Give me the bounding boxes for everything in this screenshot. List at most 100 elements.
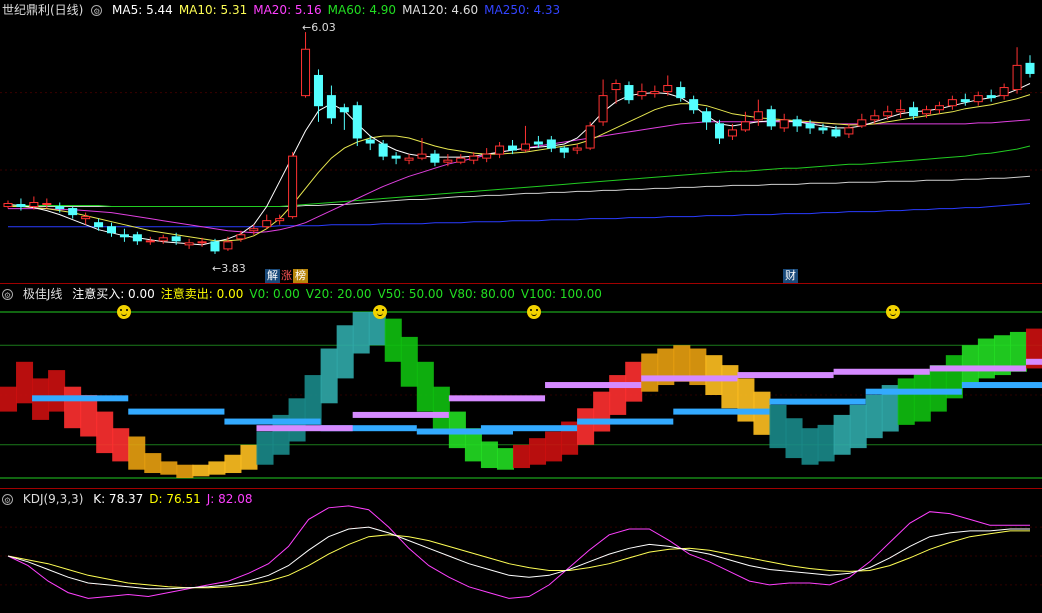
candle-body [313,74,323,107]
candle-body [456,157,466,163]
candle-body [132,234,142,242]
event-tag-list[interactable]: 榜 [293,269,308,283]
jline-blue-band [577,418,674,425]
jline-bar [144,453,162,474]
jline-bar [641,353,659,392]
jline-bar [96,411,114,454]
candle-body [301,48,311,97]
kdj_d-line [7,530,1030,589]
candle-body [676,87,686,99]
jline-bar [913,371,931,422]
jline-bar [817,424,835,462]
high-price-marker: ←6.03 [302,21,336,34]
jline-bar [625,361,643,402]
jline-purple-band [641,375,738,382]
kdj-title: KDJ(9,3,3) [22,492,84,506]
jline-bar [512,444,531,469]
jline-panel[interactable]: ⚙ 极佳J线 注意买入: 0.00 注意卖出: 0.00 V0: 0.00 V20: … [0,284,1042,488]
jline-blue-band [865,388,962,395]
jline-bar [336,325,354,379]
jline-bar [480,441,498,469]
jline-bar [0,386,18,412]
jline-bar [737,378,755,422]
candle-body [443,159,453,163]
candle-body [960,99,970,103]
jline-bar [112,428,130,462]
candle-body [740,121,750,131]
ma20-line [8,119,1031,234]
jline-bar [593,391,611,432]
candlestick-chart[interactable] [0,0,1042,283]
candle-body [210,241,220,252]
jline-purple-band [737,372,834,379]
jline-blue-band [128,408,225,415]
candle-body [249,228,259,232]
jline-title: 极佳J线 [22,287,63,301]
jline-legend: 注意买入: 0.00 注意卖出: 0.00 V0: 0.00 V20: 20.00 V5… [72,287,608,301]
jline-purple-band [352,411,449,418]
jline-bar [529,438,547,465]
candle-body [275,218,285,222]
jline-bar [400,336,418,387]
candle-body [753,111,763,121]
candle-body [715,123,725,139]
jline-bar [432,386,450,432]
settings-icon[interactable]: ⚙ [91,5,103,16]
jline-bar [416,361,434,412]
kdj-panel[interactable]: ⚙ KDJ(9,3,3) K: 78.37 D: 76.51 J: 82.08 [0,489,1042,613]
jline-bar [240,444,258,470]
candle-body [572,147,582,151]
jline-bar [705,355,723,395]
jline-bar [545,431,563,462]
candle-body [727,129,737,137]
kdj-label: J: 82.08 [206,492,253,506]
candle-body [650,91,660,95]
candle-body [766,109,776,127]
candle-body [934,105,944,111]
jline-label: V100: 100.00 [520,287,602,301]
candle-body [508,145,518,151]
jline-bar [577,408,595,445]
jline-label: V20: 20.00 [305,287,372,301]
price-panel[interactable]: 世纪鼎利(日线) ⚙ MA5: 5.44 MA10: 5.31 MA20: 5.16… [0,0,1042,283]
kdj-chart[interactable] [0,489,1042,613]
candle-body [844,127,854,135]
candle-body [637,91,647,97]
candle-body [3,203,13,208]
jline-bar [176,464,194,478]
candle-body [365,139,375,144]
candle-body [288,155,298,218]
jline-purple-band [929,365,1026,372]
ma60-line [8,145,1031,207]
jline-purple-band [256,425,353,432]
jline-bar [384,318,402,362]
ma-label: MA250: 4.33 [484,3,561,17]
candle-body [792,119,802,127]
settings-icon[interactable]: ⚙ [2,289,13,300]
event-tag-finance[interactable]: 财 [783,269,798,283]
candle-body [520,143,530,151]
jline-label: V50: 50.00 [377,287,444,301]
settings-icon[interactable]: ⚙ [2,494,13,505]
candle-body [68,208,78,216]
jline-purple-band [545,382,642,389]
candle-body [1012,64,1022,91]
jline-label: 注意卖出: 0.00 [160,287,244,301]
candle-body [831,129,841,137]
candle-body [171,236,181,242]
candle-body [921,109,932,115]
jline-blue-band [32,395,129,402]
jline-bar [256,431,274,465]
high-price-label: 6.03 [311,21,336,34]
candle-body [223,241,233,250]
candle-body [197,241,207,244]
event-tag-unlock[interactable]: 解 [265,269,280,283]
candle-body [81,216,91,220]
candle-body [184,242,194,246]
candle-body [94,222,104,228]
candle-body [145,240,155,243]
jline-bar [208,461,226,475]
candle-body [973,95,983,103]
jline-blue-band [961,382,1042,389]
event-tag-limit-up[interactable]: 涨 [279,269,294,283]
